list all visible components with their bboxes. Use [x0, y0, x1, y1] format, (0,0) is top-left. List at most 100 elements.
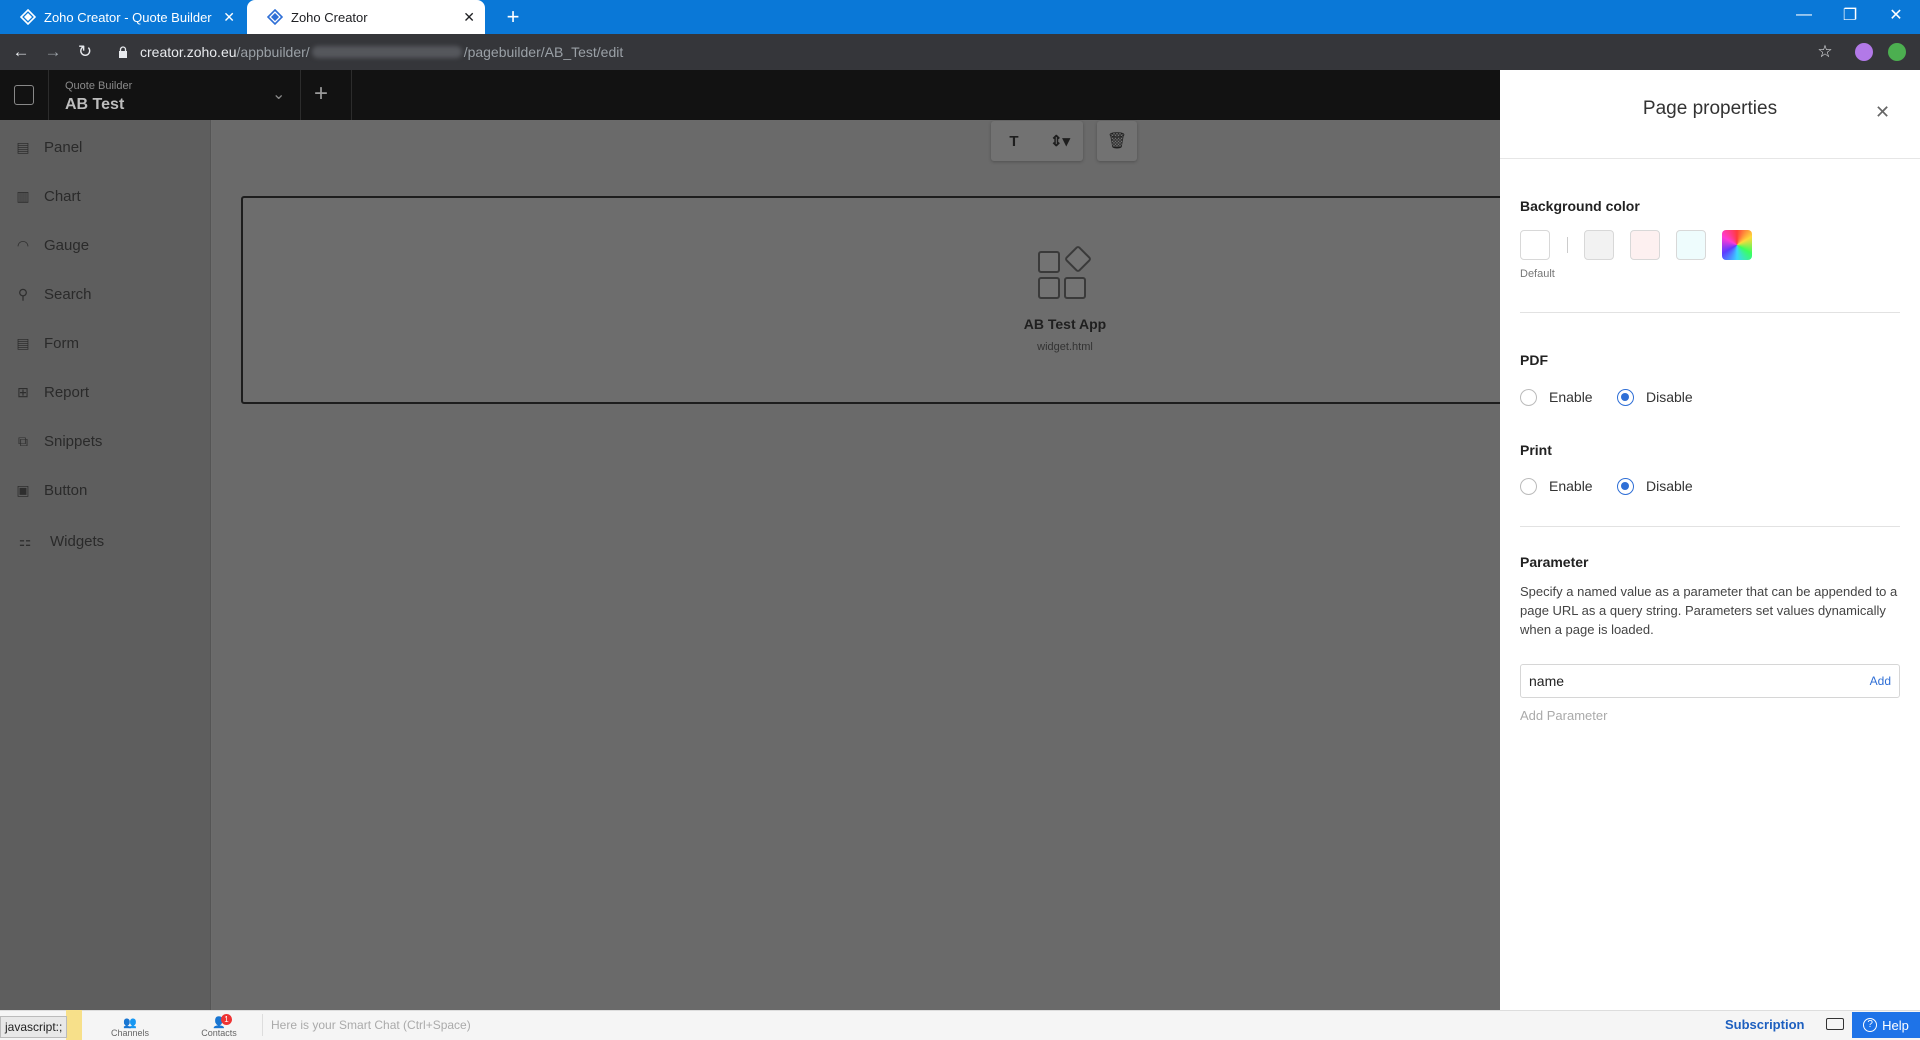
- notification-strip: [66, 1010, 82, 1040]
- add-button[interactable]: Add: [1870, 674, 1891, 688]
- channels-icon: 👥: [123, 1017, 137, 1029]
- close-icon[interactable]: ✕: [1875, 102, 1890, 123]
- pdf-enable-radio[interactable]: Enable: [1520, 387, 1593, 407]
- widgets-icon: ⚏: [18, 532, 32, 549]
- url-path-start: /appbuilder/: [236, 44, 310, 60]
- text-tool-button[interactable]: T: [991, 133, 1037, 150]
- browser-tab-quote-builder[interactable]: Zoho Creator - Quote Builder ✕: [0, 0, 245, 34]
- radio-label: Disable: [1646, 478, 1693, 494]
- sidebar-item-widgets[interactable]: ⚏ Widgets: [16, 530, 104, 552]
- smart-chat-input[interactable]: Here is your Smart Chat (Ctrl+Space): [271, 1018, 471, 1032]
- page-name: AB Test: [65, 96, 125, 113]
- radio-label: Enable: [1549, 389, 1593, 405]
- sidebar-item-search[interactable]: ⚲ Search: [14, 283, 92, 305]
- print-disable-radio[interactable]: Disable: [1617, 476, 1693, 496]
- status-url: javascript:;: [0, 1016, 68, 1038]
- gauge-icon: ◠: [16, 236, 30, 253]
- sidebar-item-button[interactable]: ▣ Button: [14, 479, 87, 501]
- app-menu-icon[interactable]: [14, 85, 34, 105]
- sidebar-item-form[interactable]: ▤ Form: [14, 332, 79, 354]
- header-divider: [300, 70, 301, 120]
- close-icon[interactable]: ✕: [463, 9, 475, 26]
- sidebar-item-report[interactable]: ⊞ Report: [14, 381, 89, 403]
- resize-height-icon[interactable]: ⇕▾: [1037, 132, 1083, 150]
- sidebar-item-gauge[interactable]: ◠ Gauge: [14, 234, 89, 256]
- widget-name: AB Test App: [1023, 316, 1107, 332]
- swatch-pink[interactable]: [1630, 230, 1660, 260]
- bookmark-star-icon[interactable]: ☆: [1814, 41, 1836, 63]
- lock-icon: [119, 46, 127, 58]
- chevron-down-icon[interactable]: ⌄: [272, 84, 285, 104]
- subscription-link[interactable]: Subscription: [1725, 1017, 1804, 1032]
- page-properties-panel: Page properties ✕ Background color Defau…: [1500, 70, 1920, 1010]
- new-tab-button[interactable]: +: [500, 4, 526, 30]
- reload-icon[interactable]: ↻: [74, 41, 96, 63]
- tab-title: Zoho Creator: [291, 9, 368, 25]
- help-icon: ?: [1863, 1018, 1878, 1032]
- sidebar-item-chart[interactable]: ▥ Chart: [14, 185, 81, 207]
- forward-icon[interactable]: →: [42, 41, 64, 63]
- browser-tab-bar: Zoho Creator - Quote Builder ✕ Zoho Crea…: [0, 0, 1920, 34]
- url-field[interactable]: creator.zoho.eu /appbuilder/ /pagebuilde…: [118, 40, 623, 64]
- sidebar-item-label: Chart: [44, 187, 81, 205]
- parameter-input[interactable]: name Add: [1520, 664, 1900, 698]
- swatch-divider: [1567, 237, 1568, 253]
- keyboard-icon[interactable]: [1826, 1018, 1844, 1030]
- browser-tab-zoho-creator[interactable]: Zoho Creator ✕: [247, 0, 485, 34]
- form-icon: ▤: [16, 334, 30, 351]
- pdf-disable-radio[interactable]: Disable: [1617, 387, 1693, 407]
- custom-color-picker-icon[interactable]: [1722, 230, 1752, 260]
- widget-placeholder-icon: [1038, 244, 1094, 299]
- sidebar-item-label: Widgets: [50, 532, 105, 550]
- window-close-icon[interactable]: ✕: [1873, 0, 1919, 30]
- panel-icon: ▤: [16, 138, 30, 155]
- trash-icon[interactable]: 🗑: [1097, 121, 1137, 161]
- default-label: Default: [1520, 268, 1555, 280]
- print-label: Print: [1520, 442, 1552, 458]
- radio-selected-icon: [1617, 388, 1634, 406]
- swatch-default[interactable]: [1520, 230, 1550, 260]
- sidebar-item-label: Form: [44, 334, 79, 352]
- zoho-creator-icon: [20, 9, 36, 25]
- url-redacted: [311, 46, 462, 58]
- chart-icon: ▥: [16, 187, 30, 204]
- contacts-icon: 👤: [212, 1017, 226, 1029]
- back-icon[interactable]: ←: [10, 41, 32, 63]
- swatch-cyan[interactable]: [1676, 230, 1706, 260]
- swatch-gray[interactable]: [1584, 230, 1614, 260]
- section-divider: [1520, 312, 1900, 313]
- sidebar-item-label: Panel: [44, 138, 83, 156]
- close-icon[interactable]: ✕: [223, 9, 235, 26]
- section-divider: [1520, 526, 1900, 527]
- contacts-button[interactable]: 👤 Contacts: [194, 1016, 244, 1038]
- channels-button[interactable]: 👥 Channels: [105, 1016, 155, 1038]
- address-bar: ← → ↻ creator.zoho.eu /appbuilder/ /page…: [0, 34, 1920, 70]
- help-label: Help: [1882, 1017, 1909, 1033]
- app-header: Quote Builder AB Test ⌄ +: [0, 70, 1500, 120]
- sidebar-item-panel[interactable]: ▤ Panel: [14, 136, 82, 158]
- sidebar-item-label: Report: [44, 383, 90, 401]
- sidebar-item-snippets[interactable]: ⧉ Snippets: [14, 430, 102, 452]
- element-toolbar: T ⇕▾: [991, 121, 1083, 161]
- widget-element[interactable]: [241, 196, 1531, 404]
- background-color-label: Background color: [1520, 198, 1640, 214]
- radio-icon: [1520, 477, 1537, 495]
- help-button[interactable]: ? Help: [1852, 1012, 1920, 1038]
- extension-icon[interactable]: [1855, 43, 1873, 61]
- radio-icon: [1520, 388, 1537, 406]
- radio-selected-icon: [1617, 477, 1634, 495]
- sidebar-item-label: Search: [44, 285, 92, 303]
- widget-file: widget.html: [1037, 341, 1093, 353]
- restore-icon[interactable]: ❐: [1827, 0, 1873, 30]
- components-sidebar: ▤ Panel ▥ Chart ◠ Gauge ⚲ Search ▤ Form …: [0, 120, 211, 1010]
- contacts-label: Contacts: [201, 1028, 237, 1038]
- add-parameter-link[interactable]: Add Parameter: [1520, 708, 1607, 723]
- minimize-icon[interactable]: —: [1781, 0, 1827, 30]
- parameter-value: name: [1529, 673, 1565, 689]
- parameter-label: Parameter: [1520, 554, 1589, 570]
- channels-label: Channels: [110, 1028, 150, 1038]
- print-enable-radio[interactable]: Enable: [1520, 476, 1593, 496]
- profile-icon[interactable]: [1888, 43, 1906, 61]
- add-page-button[interactable]: +: [314, 80, 328, 108]
- sidebar-item-label: Gauge: [44, 236, 90, 254]
